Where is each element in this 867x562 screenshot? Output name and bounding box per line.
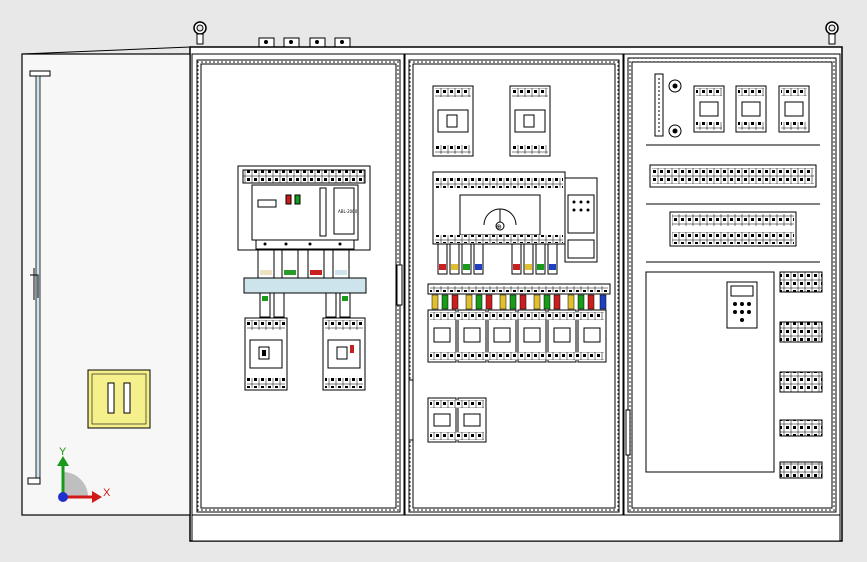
plc-controller[interactable]: ⊕ [432,171,566,245]
mccb-left[interactable] [244,317,288,391]
din-rail-vertical [654,73,664,137]
main-air-circuit-breaker[interactable]: ABL-2000 [237,165,371,251]
controller-logo: ⊕ [496,223,502,231]
axis-x-label: X [103,487,111,499]
open-door[interactable] [21,46,191,516]
electrical-cabinet-drawing[interactable]: ABL-2000 ⊕ Y X [0,0,867,562]
cad-viewport[interactable]: ABL-2000 ⊕ Y X [0,0,867,562]
terminal-strip-upper [649,164,817,188]
vfd-keypad[interactable] [726,281,758,329]
door-handle[interactable] [87,369,151,429]
breaker-top-right[interactable] [509,85,551,157]
terminal-strip-middle [669,211,797,247]
relay-modules-top[interactable] [693,85,810,133]
breaker-model-label: ABL-2000 [338,209,358,214]
breaker-top-left[interactable] [432,85,474,157]
axis-y-label: Y [59,446,67,458]
plc-expansion-module[interactable] [564,177,598,263]
mccb-right[interactable] [322,317,366,391]
cabinet-plinth [191,514,841,542]
door-hinge-top [29,70,51,77]
